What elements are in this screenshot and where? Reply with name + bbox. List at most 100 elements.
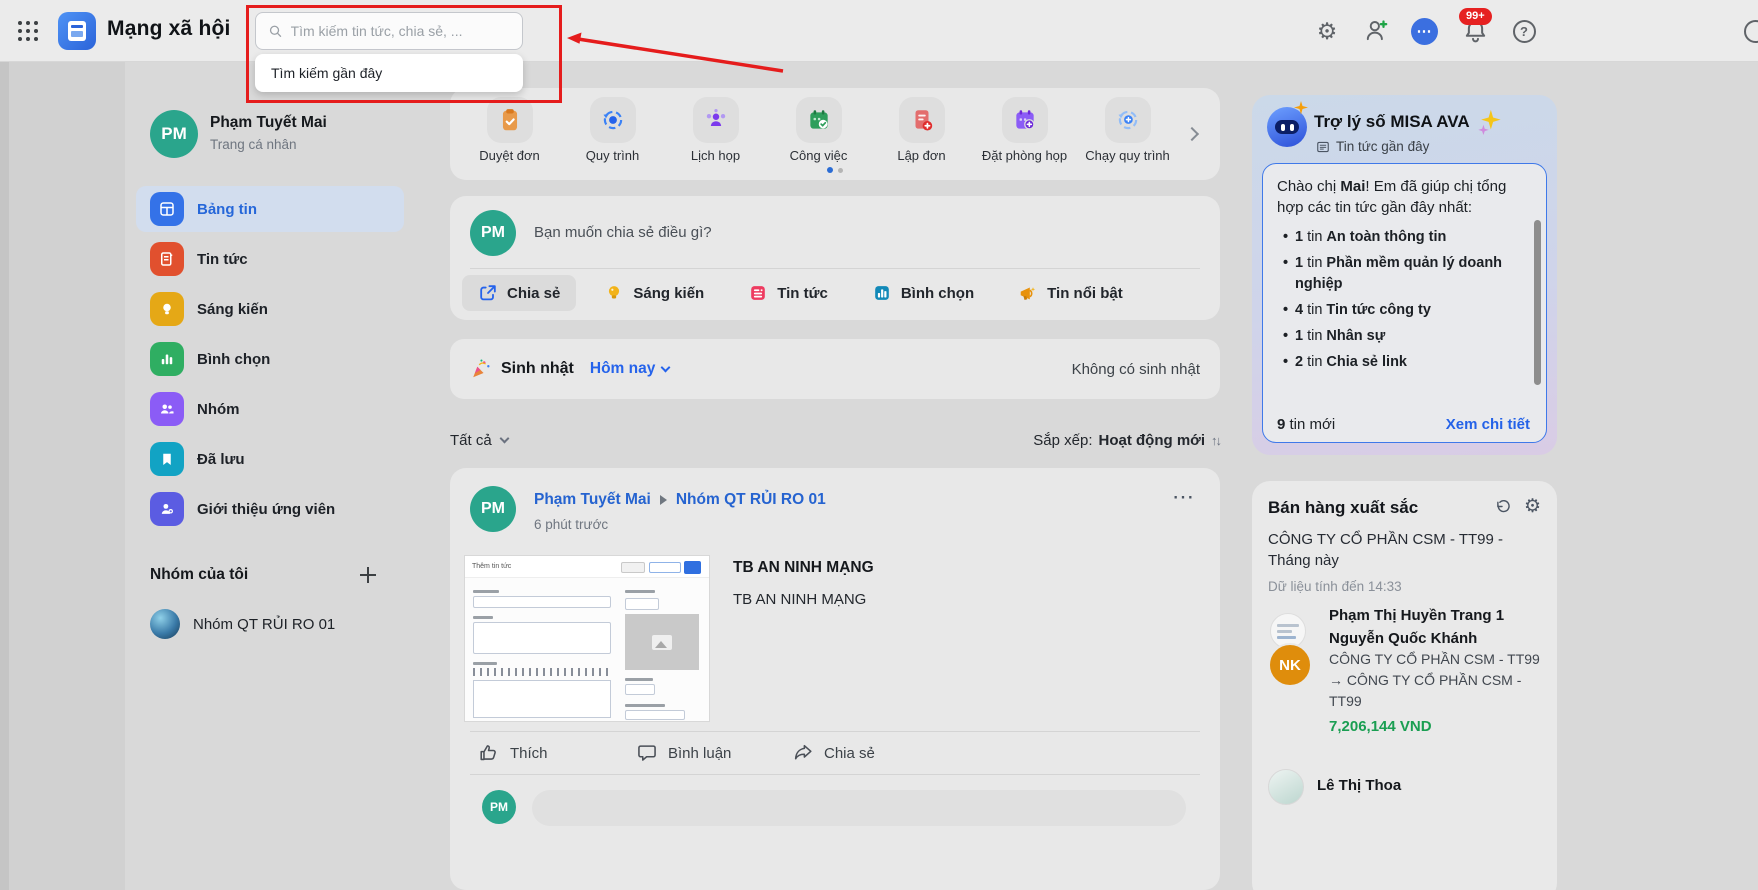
thumbs-up-icon (480, 745, 496, 761)
left-edge-bar (0, 62, 9, 890)
sidebar-group-item[interactable]: Nhóm QT RỦI RO 01 (136, 602, 404, 646)
sales-data-timestamp: Dữ liệu tính đến 14:33 (1268, 579, 1402, 594)
sidebar-item-newsfeed[interactable]: Bảng tin (136, 186, 404, 232)
list-item: 1tinNhân sự (1277, 326, 1530, 347)
feed-post-card: PM Phạm Tuyết Mai Nhóm QT RỦI RO 01 6 ph… (450, 468, 1220, 890)
notification-badge: 99+ (1459, 8, 1492, 25)
birthday-filter-dropdown[interactable]: Hôm nay (590, 360, 671, 378)
shortcuts-pagination[interactable] (827, 167, 843, 173)
meeting-people-icon (692, 97, 739, 143)
cropped-header-icon[interactable] (1744, 20, 1758, 43)
composer-prompt[interactable]: Bạn muốn chia sẻ điều gì? (534, 224, 712, 241)
thumb-cancel-button (621, 562, 645, 573)
shortcuts-next-button[interactable] (1180, 122, 1204, 146)
comment-button[interactable]: Bình luận (636, 740, 731, 766)
recent-search-label: Tìm kiếm gần đây (271, 65, 383, 81)
like-button[interactable]: Thích (478, 740, 548, 766)
help-button[interactable]: ? (1507, 0, 1541, 62)
sidebar-item-saved[interactable]: Đã lưu (136, 436, 404, 482)
birthday-title: Sinh nhật (501, 360, 574, 377)
sales-settings-icon[interactable]: ⚙ (1524, 495, 1541, 518)
share-box-icon (480, 285, 496, 301)
sort-updown-icon: ↑↓ (1211, 432, 1222, 448)
profile-avatar[interactable]: PM (150, 110, 198, 158)
group-avatar (150, 609, 180, 639)
list-item: 1tinAn toàn thông tin (1277, 227, 1530, 248)
messages-button[interactable]: ⋯ (1407, 0, 1441, 62)
ava-message-box[interactable]: Chào chị Mai! Em đã giúp chị tổng hợp cá… (1262, 163, 1547, 443)
recent-search-dropdown[interactable]: Tìm kiếm gần đây (255, 54, 523, 92)
shortcut-approve-request[interactable]: Duyệt đơn (458, 97, 561, 180)
list-item: 2tinChia sẻ link (1277, 352, 1530, 373)
thumb-editor-toolbar (473, 668, 611, 676)
shortcut-create-request[interactable]: Lập đơn (870, 97, 973, 180)
search-input[interactable] (290, 23, 510, 39)
scrollbar-thumb[interactable] (1534, 220, 1541, 385)
thumb-publish-button (684, 561, 701, 574)
sales-entry[interactable]: NK Phạm Thị Huyền Trang 1 Nguyễn Quốc Kh… (1268, 607, 1541, 735)
thumb-title-text: Thêm tin tức (472, 563, 512, 570)
add-group-button[interactable] (356, 563, 380, 587)
share-button[interactable]: Chia sẻ (792, 740, 875, 766)
divider (470, 268, 1200, 269)
newspaper-icon (1317, 141, 1329, 152)
ava-footer: 9 tin mới Xem chi tiết (1277, 416, 1530, 433)
post-author-avatar[interactable]: PM (470, 486, 516, 532)
composer-news-button[interactable]: Tin tức (732, 275, 844, 311)
sales-widget-card: Bán hàng xuất sắc ⚙ CÔNG TY CỔ PHẦN CSM … (1252, 481, 1557, 890)
settings-button[interactable]: ⚙ (1310, 0, 1344, 62)
sidebar-item-referral[interactable]: Giới thiệu ứng viên (136, 486, 404, 532)
search-icon (269, 25, 282, 37)
thumb-image-placeholder (625, 614, 699, 670)
refresh-icon[interactable] (1493, 499, 1511, 517)
post-body-text: TB AN NINH MẠNG (733, 591, 867, 608)
view-detail-link[interactable]: Xem chi tiết (1446, 416, 1530, 433)
news-icon (150, 242, 184, 276)
thumb-draft-button (649, 562, 681, 573)
sidebar-item-groups[interactable]: Nhóm (136, 386, 404, 432)
clipboard-check-icon (486, 97, 533, 143)
ava-assistant-card: Trợ lý số MISA AVA Tin tức gần đây Chào … (1252, 95, 1557, 455)
bookmark-icon (150, 442, 184, 476)
shortcut-run-process[interactable]: Chạy quy trình (1076, 97, 1179, 180)
feed-sort-control[interactable]: Sắp xếp: Hoạt động mới ↑↓ (1033, 432, 1222, 449)
chevron-down-icon (660, 362, 671, 372)
shortcut-book-meeting-room[interactable]: Đặt phòng họp (973, 97, 1076, 180)
news-red-icon (751, 286, 766, 300)
shortcut-process[interactable]: Quy trình (561, 97, 664, 180)
feed-filter-dropdown[interactable]: Tất cả (450, 432, 510, 449)
ava-title: Trợ lý số MISA AVA (1314, 112, 1470, 131)
profile-subtitle: Trang cá nhân (210, 137, 297, 152)
sales-amount: 7,206,144 VND (1329, 718, 1432, 735)
composer-poll-button[interactable]: Bình chọn (856, 275, 990, 311)
shortcut-meeting-calendar[interactable]: Lịch họp (664, 97, 767, 180)
top-header: Mạng xã hội Tìm kiếm gần đây ⚙ ⋯ (0, 0, 1758, 92)
app-logo-icon[interactable] (58, 12, 96, 50)
sidebar-item-label: Giới thiệu ứng viên (197, 500, 336, 518)
post-attachment-thumbnail[interactable]: Thêm tin tức (464, 555, 710, 722)
sidebar-item-news[interactable]: Tin tức (136, 236, 404, 282)
sales-entry[interactable]: Lê Thị Thoa (1268, 769, 1401, 805)
profile-name[interactable]: Phạm Tuyết Mai (210, 114, 327, 132)
app-screen: Mạng xã hội Tìm kiếm gần đây ⚙ ⋯ (0, 0, 1758, 890)
comment-input[interactable] (532, 790, 1186, 826)
composer-highlight-button[interactable]: Tin nổi bật (1002, 275, 1139, 311)
app-grid-icon[interactable] (18, 21, 38, 41)
composer-share-button[interactable]: Chia sẻ (462, 275, 577, 311)
search-input-container[interactable] (255, 12, 523, 50)
referral-icon (150, 492, 184, 526)
sales-widget-title: Bán hàng xuất sắc (1268, 498, 1419, 517)
process-cycle-icon (589, 97, 636, 143)
run-process-icon (1104, 97, 1151, 143)
composer-idea-button[interactable]: Sáng kiến (588, 275, 720, 311)
sidebar-item-ideas[interactable]: Sáng kiến (136, 286, 404, 332)
add-friend-button[interactable] (1360, 0, 1394, 62)
post-title[interactable]: TB AN NINH MẠNG (733, 559, 874, 577)
post-menu-button[interactable]: ⋯ (1172, 486, 1194, 508)
post-author-link[interactable]: Phạm Tuyết Mai (534, 491, 651, 509)
idea-icon (150, 292, 184, 326)
shortcut-tasks[interactable]: Công việc (767, 97, 870, 180)
sidebar-item-label: Đã lưu (197, 450, 245, 468)
sidebar-item-polls[interactable]: Bình chọn (136, 336, 404, 382)
post-group-link[interactable]: Nhóm QT RỦI RO 01 (676, 491, 826, 509)
